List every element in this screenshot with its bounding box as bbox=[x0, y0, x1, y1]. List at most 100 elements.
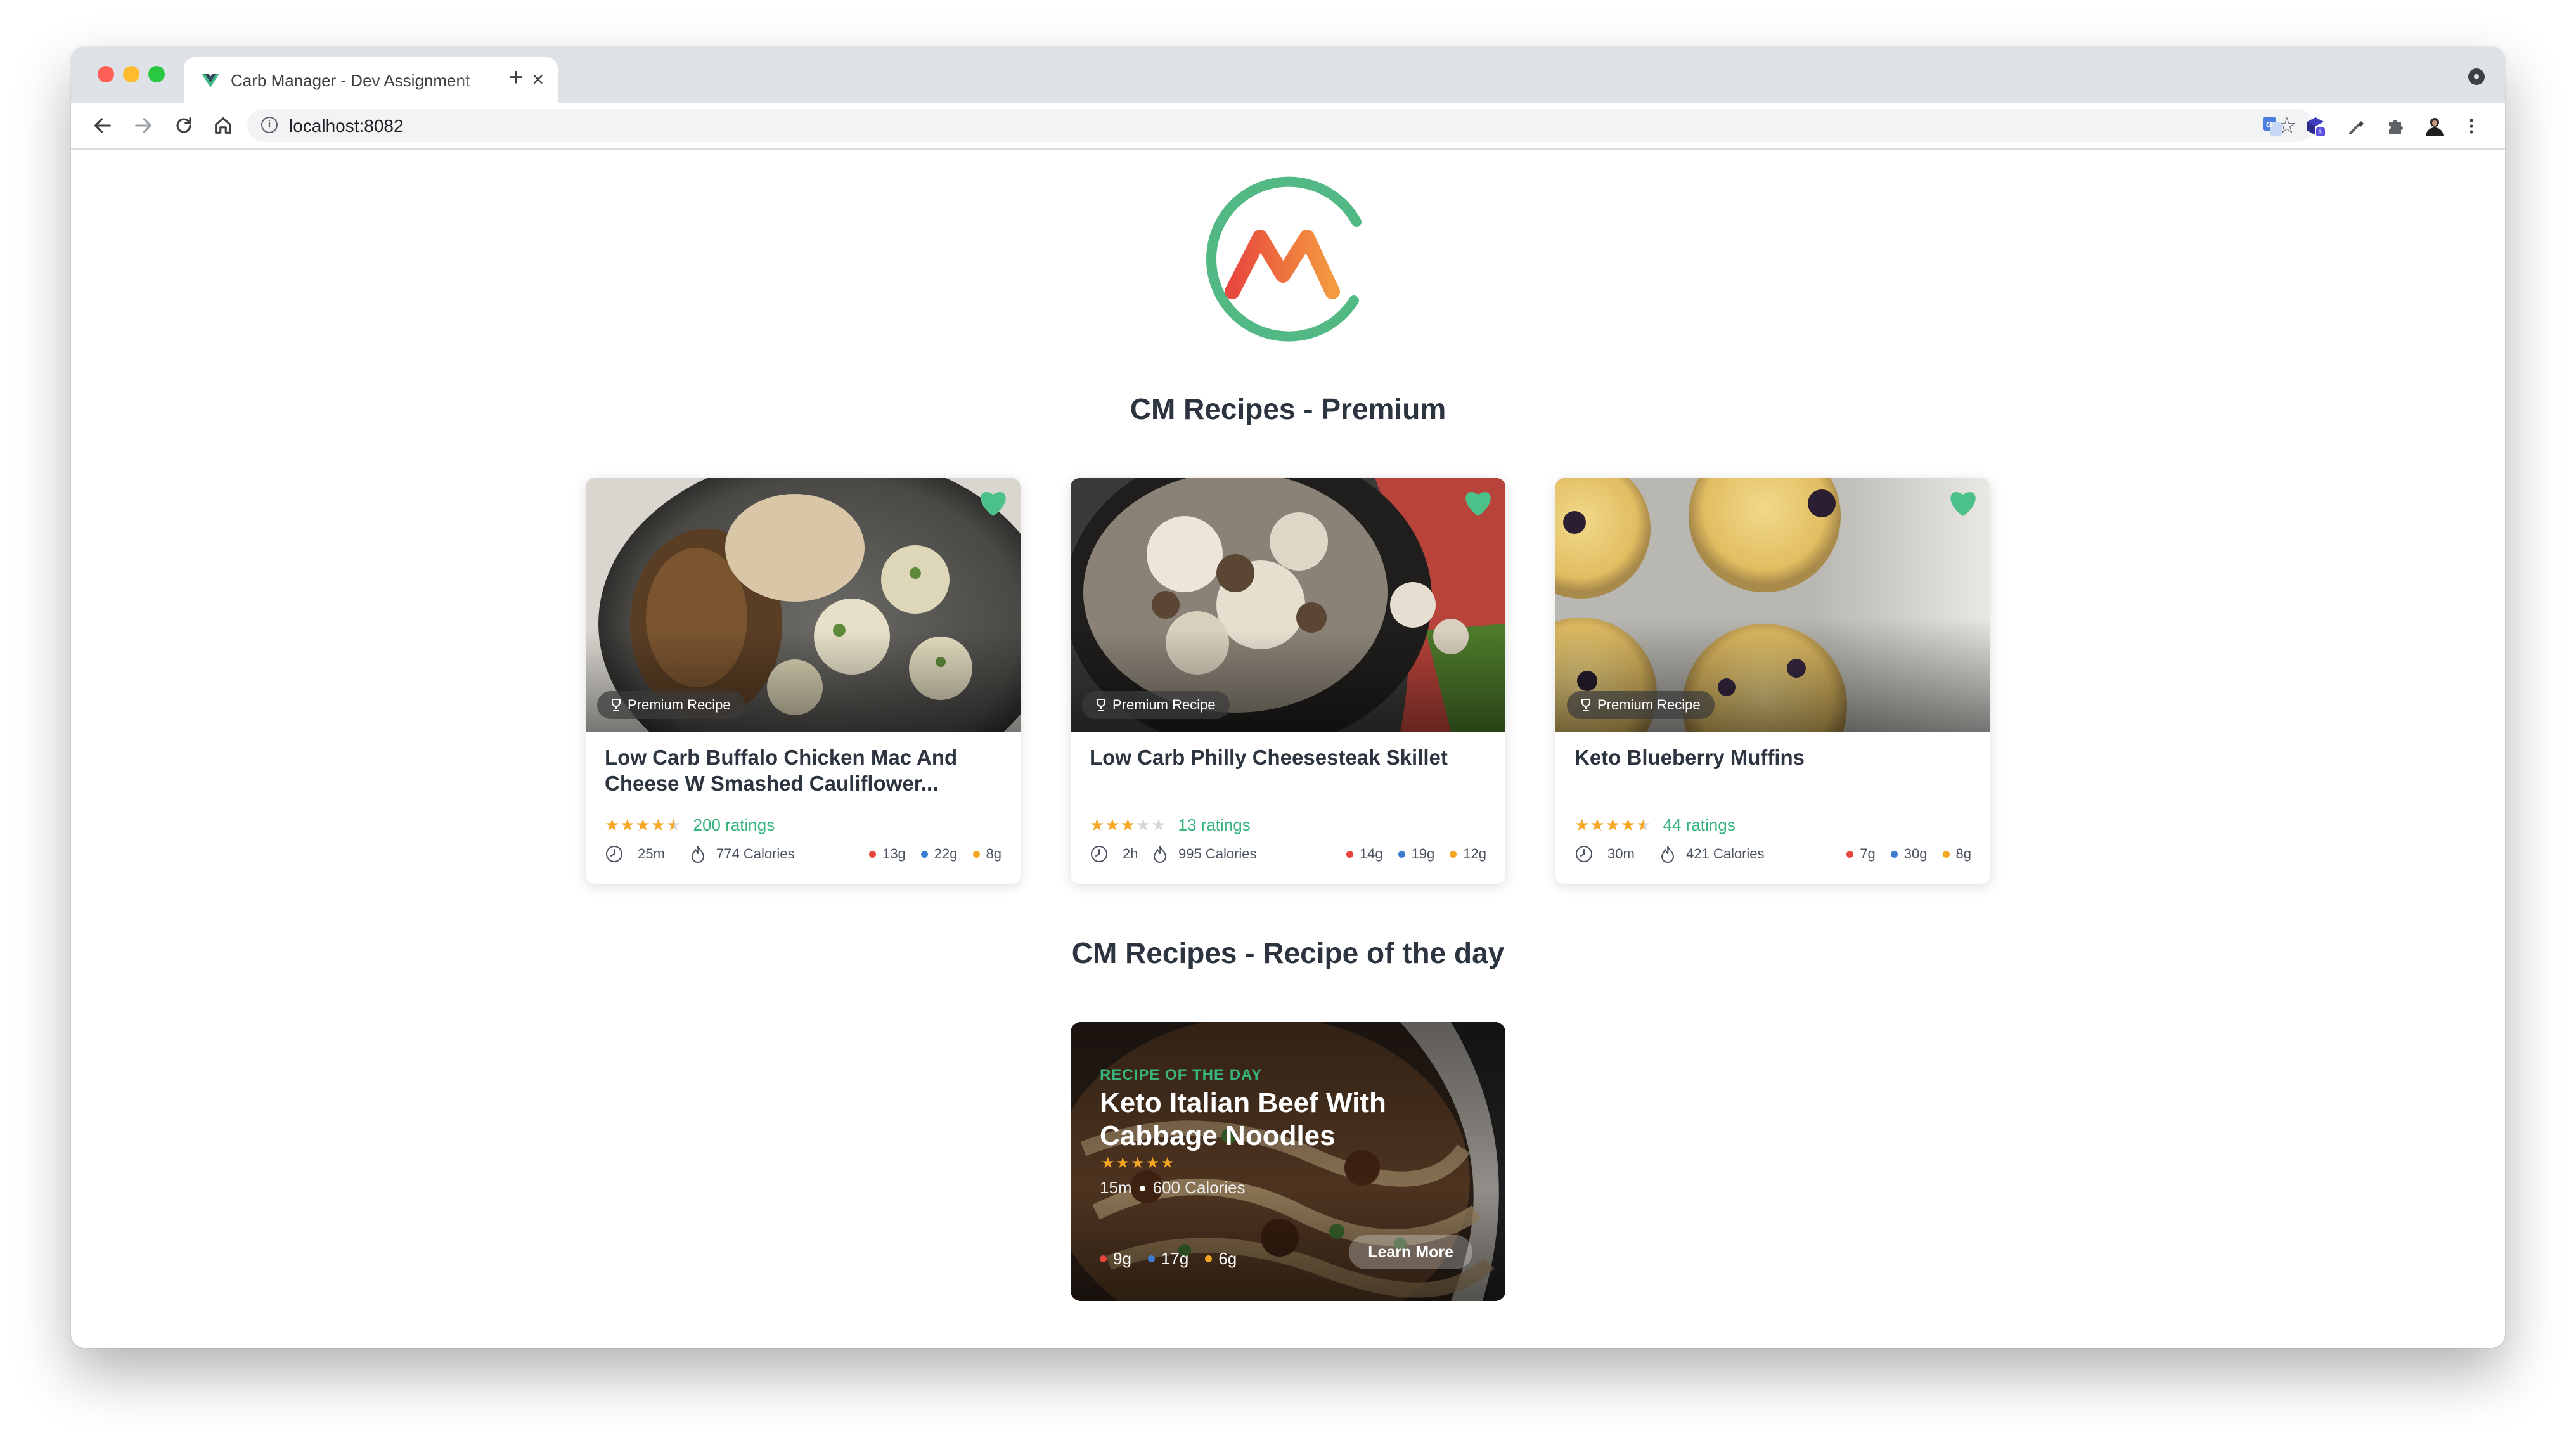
premium-badge-label: Premium Recipe bbox=[1112, 697, 1216, 713]
favorite-heart-icon[interactable] bbox=[1947, 488, 1979, 517]
calories: 995 Calories bbox=[1178, 846, 1257, 862]
protein-macro: 19g bbox=[1398, 846, 1434, 862]
ratings-count[interactable]: 200 ratings bbox=[693, 815, 775, 835]
forward-button[interactable] bbox=[129, 112, 157, 139]
cook-time: 15m bbox=[1100, 1178, 1132, 1197]
cook-time: 30m bbox=[1607, 846, 1635, 862]
recipe-title[interactable]: Low Carb Philly Cheesesteak Skillet bbox=[1090, 744, 1483, 770]
info-icon[interactable]: i bbox=[261, 117, 278, 133]
premium-badge: Premium Recipe bbox=[597, 691, 745, 719]
rating-row: ★★★★★ 200 ratings bbox=[605, 814, 775, 836]
protein-macro: 22g bbox=[920, 846, 958, 862]
flame-icon bbox=[1154, 846, 1166, 863]
premium-badge-label: Premium Recipe bbox=[1597, 697, 1701, 713]
arrow-left-icon bbox=[94, 118, 111, 133]
carbs-macro: 7g bbox=[1846, 846, 1876, 862]
recipe-meta: 30m 421 Calories 7g 30g 8g bbox=[1575, 841, 1971, 866]
recipe-image: Premium Recipe bbox=[1071, 478, 1505, 732]
browser-tab[interactable]: Carb Manager - Dev Assignment × bbox=[184, 57, 558, 103]
tab-search-icon[interactable] bbox=[2468, 68, 2485, 85]
fat-macro: 12g bbox=[1450, 846, 1486, 862]
tab-strip: Carb Manager - Dev Assignment × + bbox=[71, 47, 2505, 103]
arrow-right-icon bbox=[135, 118, 151, 133]
cook-time: 25m bbox=[638, 846, 665, 862]
macros: 9g 17g 6g bbox=[1100, 1249, 1237, 1269]
favorite-heart-icon[interactable] bbox=[1462, 488, 1494, 517]
browser-toolbar: i localhost:8082 ☆ G 3 bbox=[71, 103, 2505, 150]
browser-window: Carb Manager - Dev Assignment × + i loca… bbox=[71, 47, 2505, 1348]
carbs-macro: 9g bbox=[1100, 1249, 1131, 1269]
flame-icon bbox=[692, 846, 704, 863]
calories: 774 Calories bbox=[716, 846, 795, 862]
zoom-window-button[interactable] bbox=[148, 66, 165, 82]
minimize-window-button[interactable] bbox=[123, 66, 139, 82]
learn-more-button[interactable]: Learn More bbox=[1349, 1235, 1472, 1269]
premium-badge: Premium Recipe bbox=[1082, 691, 1230, 719]
recipe-of-the-day-card[interactable]: RECIPE OF THE DAY Keto Italian Beef With… bbox=[1071, 1022, 1505, 1301]
trophy-icon bbox=[612, 699, 621, 711]
rating-stars: ★★★★★ bbox=[1575, 815, 1652, 834]
back-button[interactable] bbox=[89, 112, 117, 139]
cook-time: 2h bbox=[1123, 846, 1138, 862]
protein-macro: 17g bbox=[1147, 1249, 1188, 1269]
clock-icon bbox=[606, 846, 622, 862]
carb-manager-logo bbox=[1206, 176, 1362, 342]
tab-title: Carb Manager - Dev Assignment bbox=[231, 71, 470, 90]
vue-favicon-icon bbox=[202, 74, 219, 87]
new-tab-button[interactable]: + bbox=[508, 65, 523, 90]
browser-menu-icon[interactable] bbox=[2461, 115, 2482, 137]
trophy-icon bbox=[1581, 699, 1590, 711]
recipe-card[interactable]: Premium Recipe Low Carb Philly Cheeseste… bbox=[1071, 478, 1505, 884]
fat-macro: 6g bbox=[1205, 1249, 1237, 1269]
flame-icon bbox=[1661, 846, 1674, 863]
trophy-icon bbox=[1097, 699, 1105, 711]
macros: 13g 22g 8g bbox=[869, 846, 1001, 862]
rotd-kicker: RECIPE OF THE DAY bbox=[1100, 1066, 1263, 1084]
premium-badge: Premium Recipe bbox=[1567, 691, 1715, 719]
close-tab-icon[interactable]: × bbox=[532, 68, 544, 90]
profile-avatar-icon[interactable] bbox=[2424, 115, 2445, 137]
recipe-meta: 25m 774 Calories 13g 22g 8g bbox=[605, 841, 1001, 866]
home-icon bbox=[215, 117, 231, 134]
macros: 14g 19g 12g bbox=[1346, 846, 1486, 862]
ratings-count[interactable]: 44 ratings bbox=[1663, 815, 1736, 835]
recipe-image: Premium Recipe bbox=[1555, 478, 1990, 732]
reload-button[interactable] bbox=[170, 112, 198, 139]
premium-badge-label: Premium Recipe bbox=[628, 697, 731, 713]
favorite-heart-icon[interactable] bbox=[977, 488, 1009, 517]
macros: 7g 30g 8g bbox=[1846, 846, 1971, 862]
ratings-count[interactable]: 13 ratings bbox=[1178, 815, 1251, 835]
carbs-macro: 14g bbox=[1346, 846, 1383, 862]
carbs-macro: 13g bbox=[869, 846, 906, 862]
calories: 421 Calories bbox=[1686, 846, 1765, 862]
extensions-puzzle-icon[interactable] bbox=[2385, 115, 2406, 137]
protein-macro: 30g bbox=[1890, 846, 1928, 862]
recipe-title[interactable]: Low Carb Buffalo Chicken Mac And Cheese … bbox=[605, 744, 998, 796]
home-button[interactable] bbox=[209, 112, 237, 139]
calories: 600 Calories bbox=[1152, 1178, 1246, 1197]
rating-stars: ★★★★★ bbox=[605, 815, 682, 834]
fat-macro: 8g bbox=[1942, 846, 1971, 862]
address-bar[interactable]: i localhost:8082 ☆ bbox=[247, 109, 2314, 142]
premium-section-title: CM Recipes - Premium bbox=[1130, 392, 1446, 425]
rotd-meta: 15m 600 Calories bbox=[1100, 1178, 1246, 1198]
devtools-extension-icon[interactable]: 3 bbox=[2305, 115, 2326, 137]
reload-icon bbox=[176, 117, 191, 133]
recipe-card[interactable]: Premium Recipe Keto Blueberry Muffins ★★… bbox=[1555, 478, 1990, 884]
rating-stars: ★★★★★ bbox=[1090, 815, 1167, 834]
recipe-image: Premium Recipe bbox=[586, 478, 1021, 732]
svg-text:G: G bbox=[2266, 120, 2272, 129]
clock-icon bbox=[1576, 846, 1592, 862]
page-content: CM Recipes - Premium Premium Recipe Low … bbox=[71, 150, 2505, 1348]
close-window-button[interactable] bbox=[98, 66, 114, 82]
fat-macro: 8g bbox=[972, 846, 1001, 862]
recipe-title[interactable]: Keto Blueberry Muffins bbox=[1575, 744, 1967, 770]
clock-icon bbox=[1091, 846, 1107, 862]
rotd-title[interactable]: Keto Italian Beef With Cabbage Noodles bbox=[1100, 1087, 1455, 1153]
eyedropper-extension-icon[interactable] bbox=[2345, 115, 2367, 137]
rating-row: ★★★★★ 44 ratings bbox=[1575, 814, 1736, 836]
translate-extension-icon[interactable]: G bbox=[2262, 115, 2283, 137]
url-text[interactable]: localhost:8082 bbox=[289, 116, 404, 136]
rating-stars: ★★★★★ bbox=[1101, 1155, 1176, 1172]
recipe-card[interactable]: Premium Recipe Low Carb Buffalo Chicken … bbox=[586, 478, 1021, 884]
